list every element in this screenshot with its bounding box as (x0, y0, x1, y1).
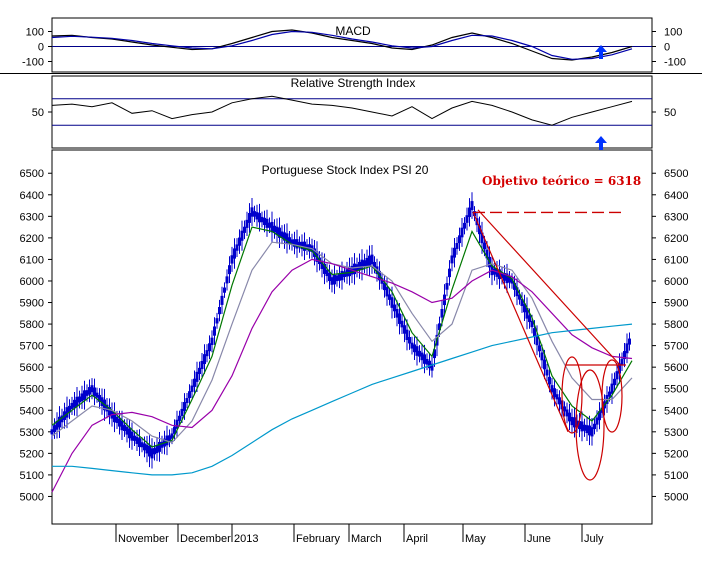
price-candle-body (228, 265, 231, 275)
y-tick-right: 6400 (664, 190, 688, 202)
price-candle-body (620, 358, 624, 365)
price-candle-body (628, 338, 631, 345)
price-candle-body (218, 307, 221, 315)
y-tick-right: 0 (664, 42, 670, 54)
target-annotation: Objetivo teórico = 6318 (482, 174, 641, 188)
y-tick-left: 5300 (20, 427, 44, 439)
y-tick-right: 6000 (664, 276, 688, 288)
x-tick-label: April (406, 533, 428, 545)
x-tick-label: December (180, 533, 231, 545)
price-candle-body (460, 227, 464, 238)
stock-chart: MACD Relative Strength Index Portuguese St… (0, 0, 706, 566)
y-tick-right: 5600 (664, 362, 688, 374)
price-candle-body (463, 222, 466, 229)
y-tick-left: 5200 (20, 448, 44, 460)
y-tick-right: 5800 (664, 319, 688, 331)
rsi-series-line (51, 95, 633, 126)
x-tick-label: November (118, 533, 169, 545)
y-tick-right: 6100 (664, 254, 688, 266)
y-tick-right: 5500 (664, 384, 688, 396)
x-tick-label: July (584, 533, 604, 545)
y-tick-left: 50 (32, 107, 44, 119)
price-candle-body (440, 308, 444, 318)
y-tick-right: 100 (664, 27, 682, 39)
y-tick-right: 6200 (664, 233, 688, 245)
price-candle-body (448, 268, 451, 278)
price-candle-body (455, 243, 459, 249)
y-tick-left: 0 (38, 42, 44, 54)
y-tick-left: 5800 (20, 319, 44, 331)
price-candle-body (225, 276, 229, 284)
price-candle-body (185, 398, 189, 404)
x-tick-label: May (465, 533, 486, 545)
x-tick-label: 2013 (234, 533, 258, 545)
price-candle-body (538, 345, 541, 352)
price-candle-body (625, 343, 629, 354)
price-candle-body (408, 337, 411, 344)
y-tick-left: 5400 (20, 405, 44, 417)
price-candle-body (445, 283, 449, 290)
x-tick-label: February (296, 533, 341, 545)
price-candle-body (213, 326, 216, 336)
panel-frame-2 (51, 149, 653, 525)
price-candle-body (188, 391, 191, 399)
y-tick-right: 50 (664, 107, 676, 119)
y-tick-left: 5900 (20, 298, 44, 310)
price-candle-body (183, 402, 186, 411)
x-tick-label: June (527, 533, 551, 545)
price-candle-body (178, 415, 181, 421)
price-candle-body (545, 369, 549, 376)
y-tick-left: 5000 (20, 491, 44, 503)
y-tick-right: 5300 (664, 427, 688, 439)
y-tick-right: 6300 (664, 211, 688, 223)
y-tick-left: 6500 (20, 168, 44, 180)
price-candle-body (483, 242, 486, 250)
chart-canvas: MACD Relative Strength Index Portuguese St… (0, 17, 702, 545)
y-tick-right: 6500 (664, 168, 688, 180)
price-candle-body (540, 352, 544, 361)
price-candle-body (210, 337, 214, 345)
psi20-title: Portuguese Stock Index PSI 20 (262, 163, 429, 177)
x-tick-label: March (351, 533, 382, 545)
price-candle-body (215, 318, 219, 324)
y-tick-right: 5400 (664, 405, 688, 417)
y-tick-left: 6000 (20, 276, 44, 288)
y-tick-right: -100 (664, 57, 686, 69)
y-tick-left: -100 (22, 57, 44, 69)
y-tick-left: 5100 (20, 470, 44, 482)
y-tick-left: 100 (26, 27, 44, 39)
price-candle-body (548, 376, 551, 385)
y-tick-left: 6100 (20, 254, 44, 266)
macd-up-arrow (595, 45, 607, 59)
y-tick-left: 6300 (20, 211, 44, 223)
y-tick-right: 5900 (664, 298, 688, 310)
y-tick-left: 5600 (20, 362, 44, 374)
price-candle-body (470, 201, 474, 211)
channel-lower-line (472, 211, 569, 433)
macd-title: MACD (335, 24, 371, 38)
y-tick-left: 6200 (20, 233, 44, 245)
price-candle-body (613, 378, 616, 386)
y-tick-right: 5700 (664, 341, 688, 353)
y-tick-left: 5500 (20, 384, 44, 396)
y-tick-right: 5100 (664, 470, 688, 482)
y-tick-left: 6400 (20, 190, 44, 202)
price-candle-body (453, 247, 456, 258)
y-tick-right: 5000 (664, 491, 688, 503)
y-tick-left: 5700 (20, 341, 44, 353)
price-candle-body (223, 287, 226, 293)
price-candle-body (543, 359, 546, 370)
rsi-title: Relative Strength Index (291, 76, 416, 90)
y-tick-right: 5200 (664, 448, 688, 460)
price-candle-body (220, 295, 224, 305)
